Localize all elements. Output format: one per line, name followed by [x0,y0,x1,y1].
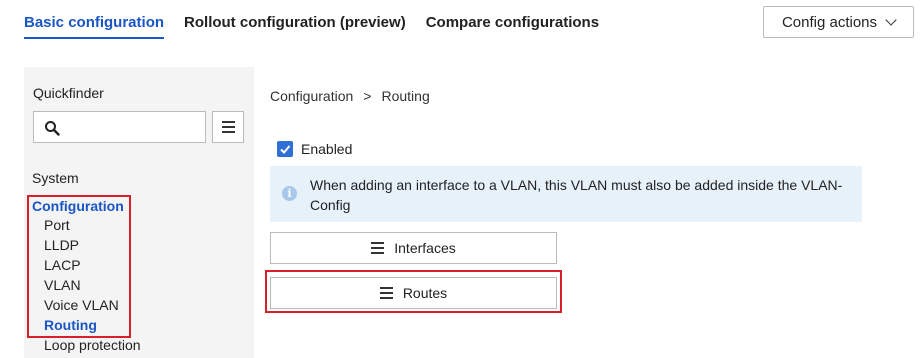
nav-configuration[interactable]: Configuration [32,197,141,215]
breadcrumb: Configuration > Routing [270,88,430,104]
interfaces-button[interactable]: Interfaces [270,232,557,264]
routes-label: Routes [402,285,448,301]
routes-button[interactable]: Routes [270,277,557,309]
config-actions-button[interactable]: Config actions [763,6,914,38]
info-text: When adding an interface to a VLAN, this… [310,177,843,213]
nav-item-lldp[interactable]: LLDP [32,235,141,255]
info-banner: i When adding an interface to a VLAN, th… [270,166,862,222]
enabled-checkbox[interactable] [277,141,293,157]
nav-item-voice-vlan[interactable]: Voice VLAN [32,295,141,315]
nav-item-routing[interactable]: Routing [32,315,141,335]
nav-item-vlan[interactable]: VLAN [32,275,141,295]
breadcrumb-separator: > [363,88,372,104]
tab-basic-configuration[interactable]: Basic configuration [24,14,165,39]
nav-item-loop-protection[interactable]: Loop protection [32,335,141,355]
search-box [33,111,206,143]
info-icon: i [282,186,297,201]
enabled-label: Enabled [301,141,353,157]
nav-system[interactable]: System [32,170,79,186]
breadcrumb-root[interactable]: Configuration [270,88,353,104]
menu-icon [221,121,235,133]
menu-icon [379,287,393,299]
quickfinder-label: Quickfinder [33,85,104,101]
search-icon [45,121,60,136]
config-actions-label: Config actions [781,13,878,31]
nav-group-configuration: Configuration Port LLDP LACP VLAN Voice … [32,197,141,355]
tab-compare-configurations[interactable]: Compare configurations [426,14,599,39]
chevron-down-icon [885,14,897,26]
enabled-row: Enabled [277,141,352,157]
nav-item-lacp[interactable]: LACP [32,255,141,275]
breadcrumb-current: Routing [381,88,430,104]
interfaces-label: Interfaces [394,240,456,256]
nav-item-port[interactable]: Port [32,215,141,235]
top-tabs: Basic configuration Rollout configuratio… [24,14,599,39]
checkmark-icon [280,145,291,154]
quickfinder-menu-button[interactable] [212,111,244,143]
menu-icon [371,242,385,254]
sidebar: Quickfinder System Configuration Port LL… [24,67,254,358]
tab-rollout-configuration[interactable]: Rollout configuration (preview) [184,14,406,39]
